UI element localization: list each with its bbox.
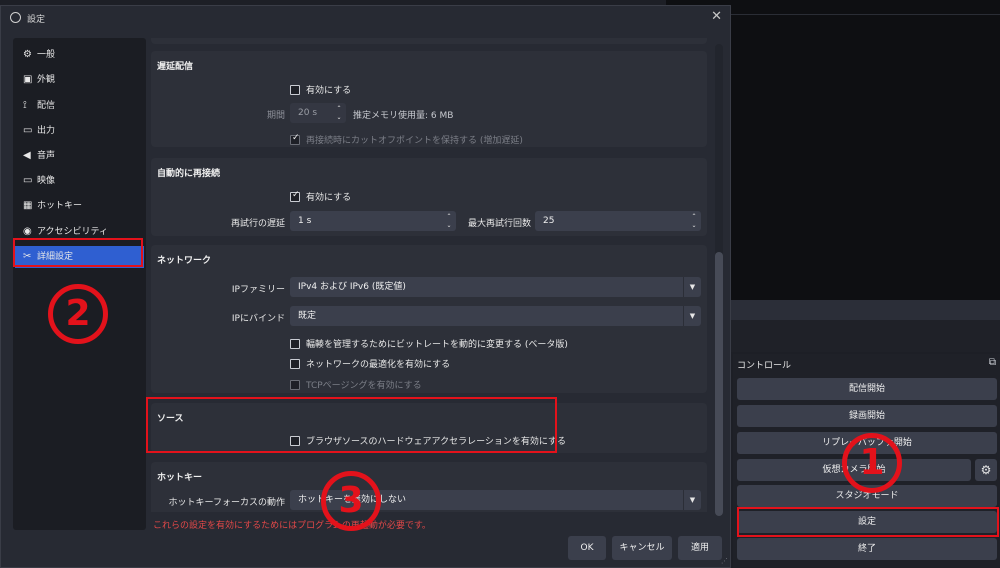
retry-delay-spinbox[interactable]: 1 s ⌃ ⌄ <box>290 211 456 231</box>
appearance-icon: ▣ <box>23 74 33 85</box>
checkbox-box <box>290 190 300 202</box>
ip-family-label: IPファミリー <box>231 285 285 295</box>
sidebar-item-hotkeys[interactable]: ▦ ホットキー <box>15 195 144 217</box>
scrollbar-thumb[interactable] <box>715 252 723 516</box>
spin-arrows-icon[interactable]: ⌃ ⌄ <box>689 212 699 230</box>
close-icon[interactable]: ✕ <box>711 9 722 24</box>
checkbox-label: 輻輳を管理するためにビットレートを動的に変更する (ベータ版) <box>306 340 568 350</box>
delay-enable-checkbox[interactable]: 有効にする <box>290 83 351 96</box>
highlight-settings-button <box>737 507 999 537</box>
delay-duration-spinbox[interactable]: 20 s ⌃ ⌄ <box>290 103 346 123</box>
sidebar-item-label: 映像 <box>37 176 56 186</box>
hotkeys-group: ホットキー ホットキーフォーカスの動作 ホットキーを無効にしない ▼ <box>151 462 707 512</box>
max-retries-spinbox[interactable]: 25 ⌃ ⌄ <box>535 211 701 231</box>
retry-delay-label: 再試行の遅延 <box>230 219 285 229</box>
sidebar-item-label: 配信 <box>37 101 56 111</box>
spinbox-value: 1 s <box>298 216 312 226</box>
controls-dock-title: コントロール <box>737 361 792 371</box>
sidebar-item-output[interactable]: ▭ 出力 <box>15 120 144 142</box>
dialog-title: 設定 <box>27 15 46 25</box>
settings-scrollbar[interactable] <box>715 44 723 516</box>
select-value: IPv4 および IPv6 (既定値) <box>298 282 406 292</box>
sidebar-item-appearance[interactable]: ▣ 外観 <box>15 69 144 91</box>
output-icon: ▭ <box>23 125 33 136</box>
checkbox-box <box>290 379 300 390</box>
spinbox-value: 25 <box>543 216 555 226</box>
checkbox-box <box>290 84 300 95</box>
ip-family-select[interactable]: IPv4 および IPv6 (既定値) ▼ <box>290 277 701 297</box>
checkbox-label: 有効にする <box>306 193 352 203</box>
network-group: ネットワーク IPファミリー IPv4 および IPv6 (既定値) ▼ IPにバ… <box>151 245 707 393</box>
start-stream-button[interactable]: 配信開始 <box>737 378 997 400</box>
checkbox-label: 再接続時にカットオフポイントを保持する (増加遅延) <box>306 136 523 146</box>
select-value: 既定 <box>298 311 317 321</box>
sidebar-item-label: 出力 <box>37 126 56 136</box>
highlight-browser-hw-accel <box>146 397 557 453</box>
checkbox-box <box>290 338 300 349</box>
apply-button[interactable]: 適用 <box>678 536 722 560</box>
gear-icon: ⚙ <box>23 49 32 60</box>
antenna-icon: ⟟ <box>23 100 27 111</box>
main-window-subpanel <box>730 320 1000 352</box>
float-dock-icon[interactable]: ⧉ <box>989 357 996 368</box>
checkbox-label: 有効にする <box>306 86 352 96</box>
group-title: ネットワーク <box>157 256 212 266</box>
annotation-number-3: 3 <box>321 471 381 531</box>
sidebar-item-label: アクセシビリティ <box>37 227 109 237</box>
bind-ip-select[interactable]: 既定 ▼ <box>290 306 701 326</box>
spinbox-value: 20 s <box>298 108 318 118</box>
sidebar-item-label: 外観 <box>37 75 56 85</box>
checkbox-label: TCPページングを有効にする <box>306 381 422 391</box>
preserve-cutoff-checkbox[interactable]: 再接続時にカットオフポイントを保持する (増加遅延) <box>290 133 523 146</box>
group-title: 遅延配信 <box>157 62 194 72</box>
sidebar-item-general[interactable]: ⚙ 一般 <box>15 44 144 66</box>
max-retries-label: 最大再試行回数 <box>467 219 531 229</box>
sidebar-item-label: ホットキー <box>37 201 83 211</box>
restart-warning-text: これらの設定を有効にするためにはプログラムの再起動が必要です。 <box>153 521 431 531</box>
sidebar-item-video[interactable]: ▭ 映像 <box>15 170 144 192</box>
memory-estimate-text: 推定メモリ使用量: 6 MB <box>353 111 454 121</box>
delay-duration-label: 期間 <box>266 111 285 121</box>
chevron-down-icon: ▼ <box>683 306 701 326</box>
annotation-number-1: 1 <box>842 433 902 493</box>
ok-button[interactable]: OK <box>568 536 606 560</box>
dynamic-bitrate-checkbox[interactable]: 輻輳を管理するためにビットレートを動的に変更する (ベータ版) <box>290 337 568 350</box>
group-title: ホットキー <box>157 473 203 483</box>
checkbox-label: ネットワークの最適化を有効にする <box>306 360 451 370</box>
network-optimize-checkbox[interactable]: ネットワークの最適化を有効にする <box>290 357 450 370</box>
auto-reconnect-group: 自動的に再接続 有効にする 再試行の遅延 1 s ⌃⌄ 最大再試行回数 25 ⌃⌄ <box>151 158 707 236</box>
previous-group-edge <box>151 38 707 44</box>
dialog-titlebar: 設定 ✕ <box>1 6 730 30</box>
group-title: 自動的に再接続 <box>157 169 221 179</box>
reconnect-enable-checkbox[interactable]: 有効にする <box>290 190 351 203</box>
spin-arrows-icon[interactable]: ⌃ ⌄ <box>334 104 344 122</box>
speaker-icon: ◀ <box>23 150 31 161</box>
sidebar-item-audio[interactable]: ◀ 音声 <box>15 145 144 167</box>
chevron-down-icon: ▼ <box>683 490 701 510</box>
chevron-down-icon: ▼ <box>683 277 701 297</box>
tcp-pacing-checkbox[interactable]: TCPページングを有効にする <box>290 378 422 391</box>
annotation-number-2: 2 <box>48 284 108 344</box>
sidebar-item-stream[interactable]: ⟟ 配信 <box>15 95 144 117</box>
keyboard-icon: ▦ <box>23 200 33 211</box>
sidebar-item-label: 一般 <box>37 50 56 60</box>
stream-delay-group: 遅延配信 有効にする 期間 20 s ⌃⌄ 推定メモリ使用量: 6 MB 再接続時… <box>151 51 707 147</box>
spin-arrows-icon[interactable]: ⌃ ⌄ <box>444 212 454 230</box>
virtual-camera-gear-icon[interactable]: ⚙ <box>975 459 997 481</box>
monitor-icon: ▭ <box>23 175 33 186</box>
obs-logo-icon <box>10 12 21 23</box>
cancel-button[interactable]: キャンセル <box>612 536 672 560</box>
start-recording-button[interactable]: 録画開始 <box>737 405 997 427</box>
resize-grip-icon[interactable]: ⋰ <box>721 557 728 565</box>
hotkey-focus-label: ホットキーフォーカスの動作 <box>168 498 285 508</box>
highlight-advanced-settings <box>13 238 143 267</box>
exit-button[interactable]: 終了 <box>737 538 997 560</box>
checkbox-box <box>290 133 300 145</box>
checkbox-box <box>290 358 300 369</box>
sidebar-item-label: 音声 <box>37 151 56 161</box>
bind-ip-label: IPにバインド <box>231 314 285 324</box>
